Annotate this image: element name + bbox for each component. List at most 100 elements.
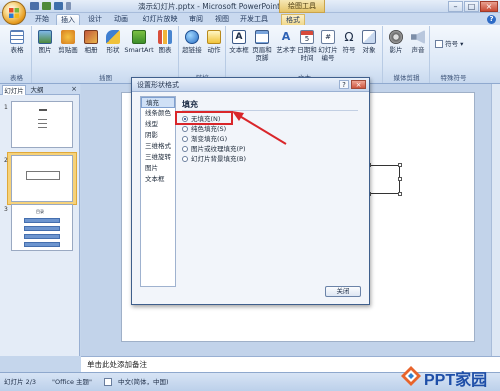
slide-thumbnail-3[interactable]: 目录 (11, 204, 73, 251)
album-button[interactable]: 相册 (81, 30, 101, 54)
close-icon[interactable]: × (71, 85, 77, 93)
radio-button[interactable] (182, 136, 188, 142)
group-links: 超链接 动作 链接 (180, 26, 226, 83)
special-symbol-button[interactable]: 符号 ▾ (435, 40, 471, 48)
omega-icon: Ω (344, 30, 354, 44)
smartart-button[interactable]: SmartArt (124, 30, 154, 54)
sound-button[interactable]: 声音 (408, 30, 428, 54)
movie-button[interactable]: 影片 (386, 30, 406, 54)
album-icon (84, 30, 98, 44)
window-title: 演示幻灯片.pptx - Microsoft PowerPoint (138, 2, 281, 11)
tab-outline[interactable]: 大纲 (28, 85, 46, 95)
customize-qat-icon[interactable] (66, 2, 71, 10)
slide-number-button[interactable]: # 幻灯片编号 (317, 30, 339, 62)
help-icon[interactable]: ? (487, 15, 496, 24)
tab-home[interactable]: 开始 (33, 14, 51, 25)
radio-button[interactable] (182, 126, 188, 132)
category-line-style[interactable]: 线型 (141, 119, 175, 130)
thumb-heading: 目录 (36, 209, 44, 214)
office-button[interactable] (2, 1, 26, 25)
tab-format[interactable]: 格式 (281, 14, 305, 25)
thumb-rectangle-shape (26, 171, 60, 180)
chart-button[interactable]: 图表 (155, 30, 175, 54)
table-button[interactable]: 表格 (6, 30, 28, 54)
slide-number: 2 (4, 157, 8, 164)
slide-number: 3 (4, 206, 8, 213)
textbox-button[interactable]: A 文本框 (228, 30, 250, 54)
symbol-button[interactable]: Ω 符号 (340, 30, 358, 54)
tab-review[interactable]: 审阅 (187, 14, 205, 25)
header-footer-icon (255, 30, 269, 44)
vertical-scrollbar[interactable] (491, 84, 500, 356)
tab-animation[interactable]: 动画 (112, 14, 130, 25)
slide-counter: 幻灯片 2/3 (4, 378, 37, 386)
table-icon (10, 30, 24, 44)
radio-button[interactable] (182, 146, 188, 152)
category-3d-rotation[interactable]: 三维旋转 (141, 152, 175, 163)
picture-button[interactable]: 图片 (35, 30, 55, 54)
resize-handle[interactable] (398, 163, 402, 167)
category-line-color[interactable]: 线条颜色 (141, 108, 175, 119)
office-logo-icon (9, 8, 19, 18)
group-label: 特殊符号 (440, 74, 467, 82)
category-3d-format[interactable]: 三维格式 (141, 141, 175, 152)
shapes-icon (106, 30, 120, 44)
slide-number-icon: # (321, 30, 335, 44)
maximize-button[interactable]: □ (464, 1, 479, 12)
resize-handle[interactable] (398, 192, 402, 196)
category-picture[interactable]: 图片 (141, 163, 175, 174)
tab-insert[interactable]: 插入 (56, 14, 80, 25)
slide-thumbnail-2[interactable] (11, 155, 73, 202)
shapes-button[interactable]: 形状 (103, 30, 123, 54)
dialog-close-icon[interactable]: × (351, 80, 366, 89)
category-text-box[interactable]: 文本框 (141, 174, 175, 185)
group-media: 影片 声音 媒体剪辑 (384, 26, 430, 83)
category-shadow[interactable]: 阴影 (141, 130, 175, 141)
hyperlink-button[interactable]: 超链接 (181, 30, 203, 54)
action-button[interactable]: 动作 (204, 30, 224, 54)
object-icon (362, 30, 376, 44)
tab-slideshow[interactable]: 幻灯片放映 (139, 14, 181, 25)
undo-icon[interactable] (42, 2, 51, 10)
tab-design[interactable]: 设计 (86, 14, 104, 25)
tab-slides[interactable]: 幻灯片 (2, 85, 26, 95)
save-icon[interactable] (30, 2, 39, 10)
header-footer-button[interactable]: 页眉和页脚 (250, 30, 274, 62)
group-special-symbols: 符号 ▾ 特殊符号 (431, 26, 476, 83)
slides-panel-tabs: 幻灯片 大纲 × (0, 84, 80, 95)
dialog-title: 设置形状格式 (132, 78, 369, 92)
spellcheck-icon[interactable] (104, 378, 112, 386)
ppt-logo-icon (401, 366, 421, 386)
selected-rectangle-shape[interactable] (367, 163, 402, 196)
tab-view[interactable]: 视图 (213, 14, 231, 25)
theme-name: "Office 主题" (52, 378, 93, 386)
film-reel-icon (389, 30, 403, 44)
close-button[interactable]: × (480, 1, 498, 12)
wordart-button[interactable]: A 艺术字 (275, 30, 297, 54)
radio-gradient-fill[interactable]: 渐变填充(G) (182, 134, 227, 144)
clipart-button[interactable]: 剪贴画 (55, 30, 81, 54)
tab-developer[interactable]: 开发工具 (239, 14, 269, 25)
radio-button[interactable] (182, 156, 188, 162)
category-list: 填充 线条颜色 线型 阴影 三维格式 三维旋转 图片 文本框 (140, 96, 176, 287)
drawing-tools-contextual-tab: 绘图工具 (279, 0, 325, 13)
redo-icon[interactable] (54, 2, 63, 10)
globe-icon (185, 30, 199, 44)
panel-heading: 填充 (182, 100, 198, 109)
slide-thumbnail-1[interactable] (11, 101, 73, 148)
radio-slide-background-fill[interactable]: 幻灯片背景填充(B) (182, 154, 246, 164)
symbol-icon (435, 40, 443, 48)
date-time-button[interactable]: 5 日期和时间 (297, 30, 317, 62)
dialog-close-button[interactable]: 关闭 (325, 286, 361, 297)
minimize-button[interactable]: – (448, 1, 463, 12)
red-arrow-annotation (232, 111, 287, 145)
object-button[interactable]: 对象 (359, 30, 379, 54)
group-label: 表格 (10, 74, 23, 82)
help-icon[interactable]: ? (339, 80, 349, 89)
quick-access-toolbar (30, 2, 71, 10)
resize-handle[interactable] (398, 177, 402, 181)
thumb-bar (24, 242, 60, 247)
radio-solid-fill[interactable]: 纯色填充(S) (182, 124, 226, 134)
category-fill[interactable]: 填充 (141, 97, 175, 108)
clipart-icon (61, 30, 75, 44)
